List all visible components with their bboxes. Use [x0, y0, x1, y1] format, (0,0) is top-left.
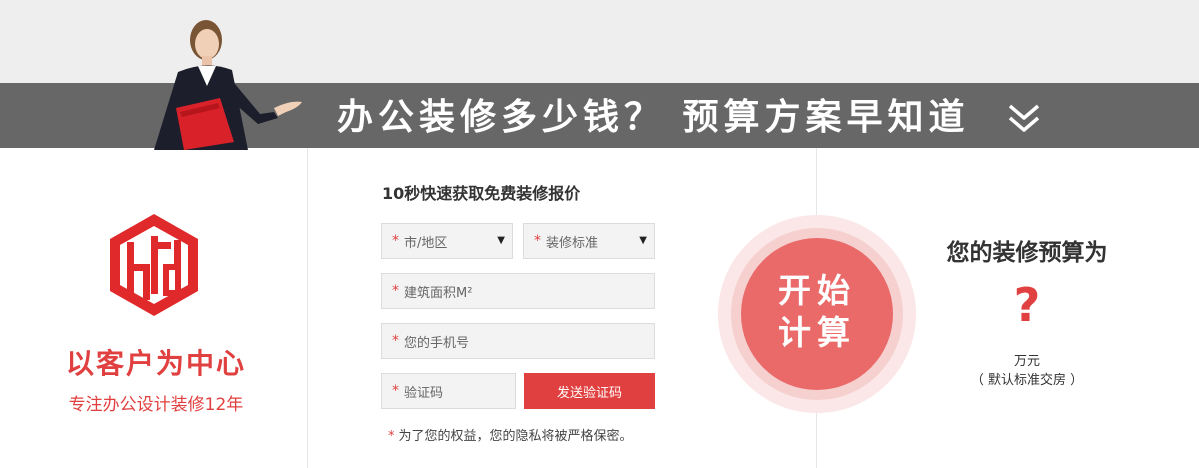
code-input-placeholder: 验证码 — [404, 385, 444, 401]
required-mark: * — [392, 233, 399, 249]
verification-code-input[interactable]: * 验证码 — [381, 373, 516, 409]
result-title: 您的装修预算为 — [946, 240, 1108, 266]
required-mark: * — [534, 233, 541, 249]
brand-slogan: 以客户为中心 — [65, 347, 246, 380]
businesswoman-illustration — [154, 20, 302, 150]
brand-subslogan: 专注办公设计装修12年 — [68, 395, 244, 415]
caret-down-icon: ▼ — [497, 235, 505, 246]
privacy-note: * 为了您的权益，您的隐私将被严格保密。 — [388, 425, 633, 444]
result-unit: 万元 — [1013, 354, 1040, 369]
city-select[interactable]: * 市/地区 ▼ — [381, 223, 513, 259]
privacy-mark: * — [388, 429, 395, 444]
send-code-button[interactable]: 发送验证码 — [524, 373, 655, 409]
calculate-button-label[interactable]: 开始 计算 — [741, 270, 893, 354]
decoration-standard-select[interactable]: * 装修标准 ▼ — [523, 223, 655, 259]
form-title: 10秒快速获取免费装修报价 — [382, 184, 581, 203]
estimate-widget: 办公装修多少钱？ 预算方案早知道 以客户为中心 专注办公设计装修12年 10秒快… — [0, 0, 1199, 468]
calculate-label-line1: 开始 — [778, 271, 856, 310]
required-mark: * — [392, 383, 399, 399]
phone-input[interactable]: * 您的手机号 — [381, 323, 655, 359]
city-select-value: 市/地区 — [404, 235, 448, 251]
phone-input-placeholder: 您的手机号 — [404, 335, 470, 351]
required-mark: * — [392, 333, 399, 349]
standard-select-value: 装修标准 — [546, 235, 599, 251]
htd-logo-icon — [110, 214, 198, 316]
area-input[interactable]: * 建筑面积M² — [381, 273, 655, 309]
result-value: ? — [1013, 278, 1041, 332]
privacy-text: 为了您的权益，您的隐私将被严格保密。 — [398, 429, 633, 444]
result-note: （ 默认标准交房 ） — [970, 373, 1084, 388]
caret-down-icon: ▼ — [639, 235, 647, 246]
column-divider — [307, 148, 308, 468]
area-input-placeholder: 建筑面积M² — [404, 285, 473, 301]
calculate-label-line2: 计算 — [778, 313, 856, 352]
double-chevron-down-icon[interactable] — [1006, 100, 1042, 136]
required-mark: * — [392, 283, 399, 299]
banner-title: 办公装修多少钱？ 预算方案早知道 — [337, 97, 970, 138]
